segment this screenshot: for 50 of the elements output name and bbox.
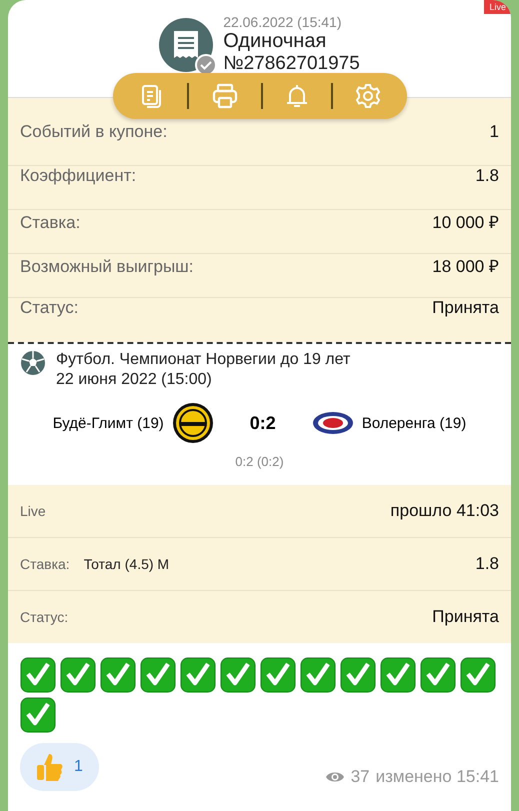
match-score: 0:2 — [250, 412, 276, 434]
summary-value: 18 000 ₽ — [432, 256, 499, 277]
check-mark-icon — [20, 697, 56, 733]
check-mark-icon — [260, 657, 296, 693]
summary-label: Возможный выигрыш: — [20, 257, 194, 277]
league-name: Футбол. Чемпионат Норвегии до 19 лет — [56, 350, 350, 370]
team-crest-icon — [172, 402, 214, 444]
check-mark-icon — [20, 657, 56, 693]
check-mark-icon — [220, 657, 256, 693]
home-team: Будё-Глимт (19) — [52, 414, 164, 432]
eye-icon — [324, 770, 345, 784]
summary-label: Ставка: — [20, 213, 80, 233]
bet-market: Тотал (4.5) М — [84, 556, 170, 572]
check-mark-icon — [340, 657, 376, 693]
check-mark-icon — [100, 657, 136, 693]
view-count: 37 — [350, 767, 370, 787]
score-details: 0:2 (0:2) — [234, 454, 285, 469]
bell-icon[interactable] — [284, 83, 308, 109]
status-label: Статус: — [20, 609, 68, 625]
summary-label: Событий в купоне: — [20, 122, 168, 142]
bet-datetime: 22.06.2022 (15:41) — [223, 14, 343, 30]
printer-icon[interactable] — [210, 83, 238, 109]
summary-label: Статус: — [20, 298, 78, 318]
reaction-button[interactable]: 1 — [20, 743, 99, 791]
live-badge: Live — [484, 0, 511, 14]
team-crest-icon — [312, 411, 354, 435]
check-mark-icon — [460, 657, 496, 693]
check-mark-icon — [60, 657, 96, 693]
bet-number: №27862701975 — [223, 53, 360, 75]
summary-value: 1.8 — [475, 166, 499, 186]
bet-type: Одиночная — [223, 30, 328, 53]
check-mark-icon — [380, 657, 416, 693]
match-date: 22 июня 2022 (15:00) — [56, 370, 213, 390]
check-mark-icon — [420, 657, 456, 693]
soccer-ball-icon — [20, 350, 46, 376]
summary-label: Коэффициент: — [20, 166, 136, 186]
check-mark-icon — [180, 657, 216, 693]
check-mark-icon — [140, 657, 176, 693]
settings-icon[interactable] — [354, 83, 380, 109]
edited-time: изменено 15:41 — [376, 767, 499, 787]
check-mark-icon — [300, 657, 336, 693]
elapsed-time: прошло 41:03 — [390, 501, 499, 521]
bet-odds: 1.8 — [475, 554, 499, 574]
away-team: Волеренга (19) — [362, 414, 466, 432]
summary-value: Принята — [432, 298, 499, 318]
summary-value: 1 — [490, 122, 499, 142]
stake-label: Ставка: — [20, 556, 70, 572]
summary-value: 10 000 ₽ — [432, 212, 499, 233]
live-label: Live — [20, 503, 46, 519]
status-value: Принята — [432, 607, 499, 627]
